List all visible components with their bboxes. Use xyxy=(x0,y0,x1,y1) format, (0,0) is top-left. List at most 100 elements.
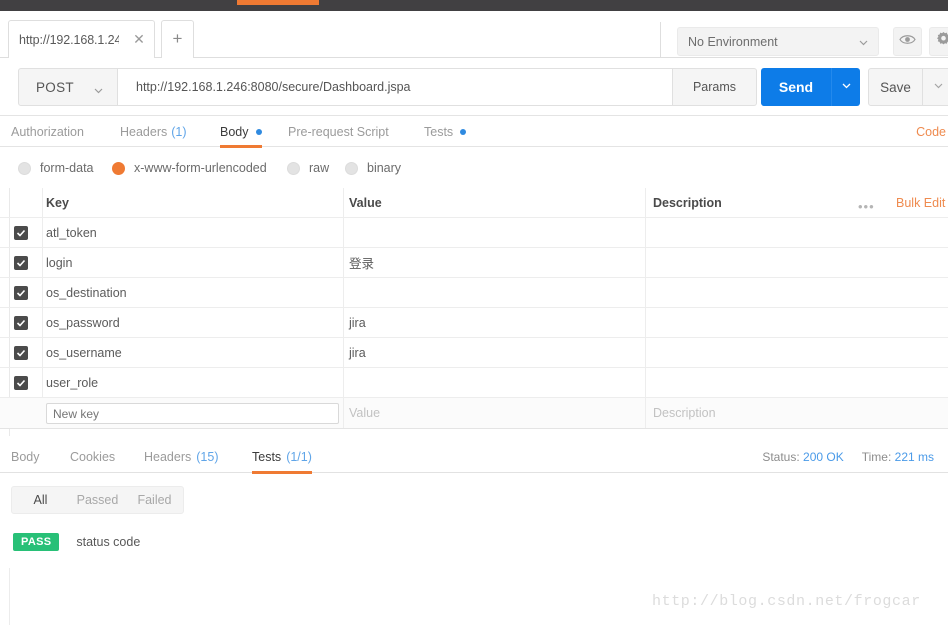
filter-passed[interactable]: Passed xyxy=(69,493,126,507)
body-status-dot-icon xyxy=(255,128,262,135)
checkbox-checked-icon[interactable] xyxy=(14,285,28,300)
tab-headers[interactable]: Headers (1) xyxy=(120,116,187,147)
send-button[interactable]: Send xyxy=(761,68,831,106)
postman-window: http://192.168.1.246 ✕ + No Environment xyxy=(0,0,948,625)
bottom-left-edge xyxy=(0,568,10,625)
response-tab-headers-count: (15) xyxy=(196,450,219,464)
row-description[interactable] xyxy=(645,218,845,247)
filter-failed[interactable]: Failed xyxy=(126,493,183,507)
row-description[interactable] xyxy=(645,308,845,337)
tab-body[interactable]: Body xyxy=(220,116,262,148)
response-status-label: Status: xyxy=(762,450,800,464)
environment-quick-look-button[interactable] xyxy=(893,27,922,56)
row-value[interactable] xyxy=(343,368,645,397)
response-tab-tests-label: Tests xyxy=(252,450,282,464)
row-checkbox-cell[interactable] xyxy=(0,218,42,247)
tab-authorization-label: Authorization xyxy=(11,124,84,139)
row-checkbox-cell[interactable] xyxy=(0,368,42,397)
table-new-row[interactable]: Value Description xyxy=(0,398,948,429)
settings-button[interactable] xyxy=(929,27,948,56)
table-row[interactable]: os_password jira xyxy=(0,308,948,338)
chevron-down-icon xyxy=(93,83,104,94)
radio-raw[interactable]: raw xyxy=(287,158,329,178)
row-value[interactable]: jira xyxy=(343,338,645,367)
test-filter-group: All Passed Failed xyxy=(11,486,184,514)
row-key[interactable]: user_role xyxy=(42,368,343,397)
request-tab-title: http://192.168.1.246 xyxy=(19,32,119,47)
tab-headers-count: (1) xyxy=(171,124,187,139)
radio-x-www-form-urlencoded-label: x-www-form-urlencoded xyxy=(134,161,267,175)
tab-body-label: Body xyxy=(220,124,249,139)
checkbox-checked-icon[interactable] xyxy=(14,375,28,390)
bulk-edit-link[interactable]: Bulk Edit xyxy=(896,188,945,217)
http-method-selector[interactable]: POST xyxy=(18,68,118,106)
row-key[interactable]: atl_token xyxy=(42,218,343,247)
checkbox-checked-icon[interactable] xyxy=(14,255,28,270)
code-link[interactable]: Code xyxy=(916,116,946,147)
radio-binary[interactable]: binary xyxy=(345,158,401,178)
response-tab-headers[interactable]: Headers (15) xyxy=(144,441,218,473)
tab-pre-request-script[interactable]: Pre-request Script xyxy=(288,116,389,147)
new-value-placeholder[interactable]: Value xyxy=(343,398,645,428)
response-tab-cookies[interactable]: Cookies xyxy=(70,441,115,473)
request-url-value: http://192.168.1.246:8080/secure/Dashboa… xyxy=(136,80,411,94)
radio-form-data-label: form-data xyxy=(40,161,94,175)
response-tab-cookies-label: Cookies xyxy=(70,450,116,464)
radio-icon xyxy=(287,161,300,175)
tab-authorization[interactable]: Authorization xyxy=(11,116,84,147)
save-options-button[interactable] xyxy=(923,68,948,106)
test-name: status code xyxy=(76,535,141,549)
http-method-label: POST xyxy=(36,79,74,95)
row-value[interactable] xyxy=(343,218,645,247)
row-key[interactable]: os_username xyxy=(42,338,343,367)
request-tab[interactable]: http://192.168.1.246 ✕ xyxy=(8,20,155,58)
send-options-button[interactable] xyxy=(831,68,860,106)
response-tab-body[interactable]: Body xyxy=(11,441,40,473)
row-description[interactable] xyxy=(645,278,845,307)
radio-raw-label: raw xyxy=(309,161,330,175)
response-tab-tests[interactable]: Tests (1/1) xyxy=(252,441,312,474)
row-key[interactable]: os_password xyxy=(42,308,343,337)
radio-x-www-form-urlencoded[interactable]: x-www-form-urlencoded xyxy=(112,158,267,178)
row-description[interactable] xyxy=(645,248,845,277)
tests-status-dot-icon xyxy=(460,128,467,135)
close-icon[interactable]: ✕ xyxy=(132,32,146,46)
new-key-input[interactable] xyxy=(46,403,339,424)
new-tab-button[interactable]: + xyxy=(161,20,194,58)
params-button[interactable]: Params xyxy=(673,68,757,106)
checkbox-checked-icon[interactable] xyxy=(14,225,28,240)
params-table: Key Value Description ••• Bulk Edit atl_… xyxy=(0,188,948,436)
row-value[interactable] xyxy=(343,278,645,307)
checkbox-checked-icon[interactable] xyxy=(14,345,28,360)
table-row[interactable]: os_username jira xyxy=(0,338,948,368)
table-row[interactable]: login 登录 xyxy=(0,248,948,278)
status-badge: PASS xyxy=(13,533,60,551)
table-header-row: Key Value Description ••• Bulk Edit xyxy=(0,188,948,218)
table-row[interactable]: user_role xyxy=(0,368,948,398)
watermark: http://blog.csdn.net/frogcar xyxy=(652,593,921,610)
row-key[interactable]: os_destination xyxy=(42,278,343,307)
row-description[interactable] xyxy=(645,368,845,397)
row-value[interactable]: 登录 xyxy=(343,248,645,277)
checkbox-checked-icon[interactable] xyxy=(14,315,28,330)
row-checkbox-cell[interactable] xyxy=(0,308,42,337)
ellipsis-icon[interactable]: ••• xyxy=(858,199,875,214)
row-description[interactable] xyxy=(645,338,845,367)
tab-tests[interactable]: Tests xyxy=(424,116,467,147)
row-value[interactable]: jira xyxy=(343,308,645,337)
row-checkbox-cell[interactable] xyxy=(0,338,42,367)
request-tab-bar: http://192.168.1.246 ✕ + No Environment xyxy=(0,11,948,69)
row-checkbox-cell[interactable] xyxy=(0,248,42,277)
request-url-input[interactable]: http://192.168.1.246:8080/secure/Dashboa… xyxy=(118,68,673,106)
radio-form-data[interactable]: form-data xyxy=(18,158,94,178)
new-description-placeholder[interactable]: Description xyxy=(645,398,845,428)
row-checkbox-cell[interactable] xyxy=(0,278,42,307)
row-key[interactable]: login xyxy=(42,248,343,277)
table-row[interactable]: os_destination xyxy=(0,278,948,308)
environment-selector[interactable]: No Environment xyxy=(677,27,879,56)
filter-all[interactable]: All xyxy=(12,493,69,507)
response-status-value: 200 OK xyxy=(803,450,844,464)
save-button[interactable]: Save xyxy=(868,68,923,106)
table-row[interactable]: atl_token xyxy=(0,218,948,248)
response-time-value: 221 ms xyxy=(894,450,934,464)
